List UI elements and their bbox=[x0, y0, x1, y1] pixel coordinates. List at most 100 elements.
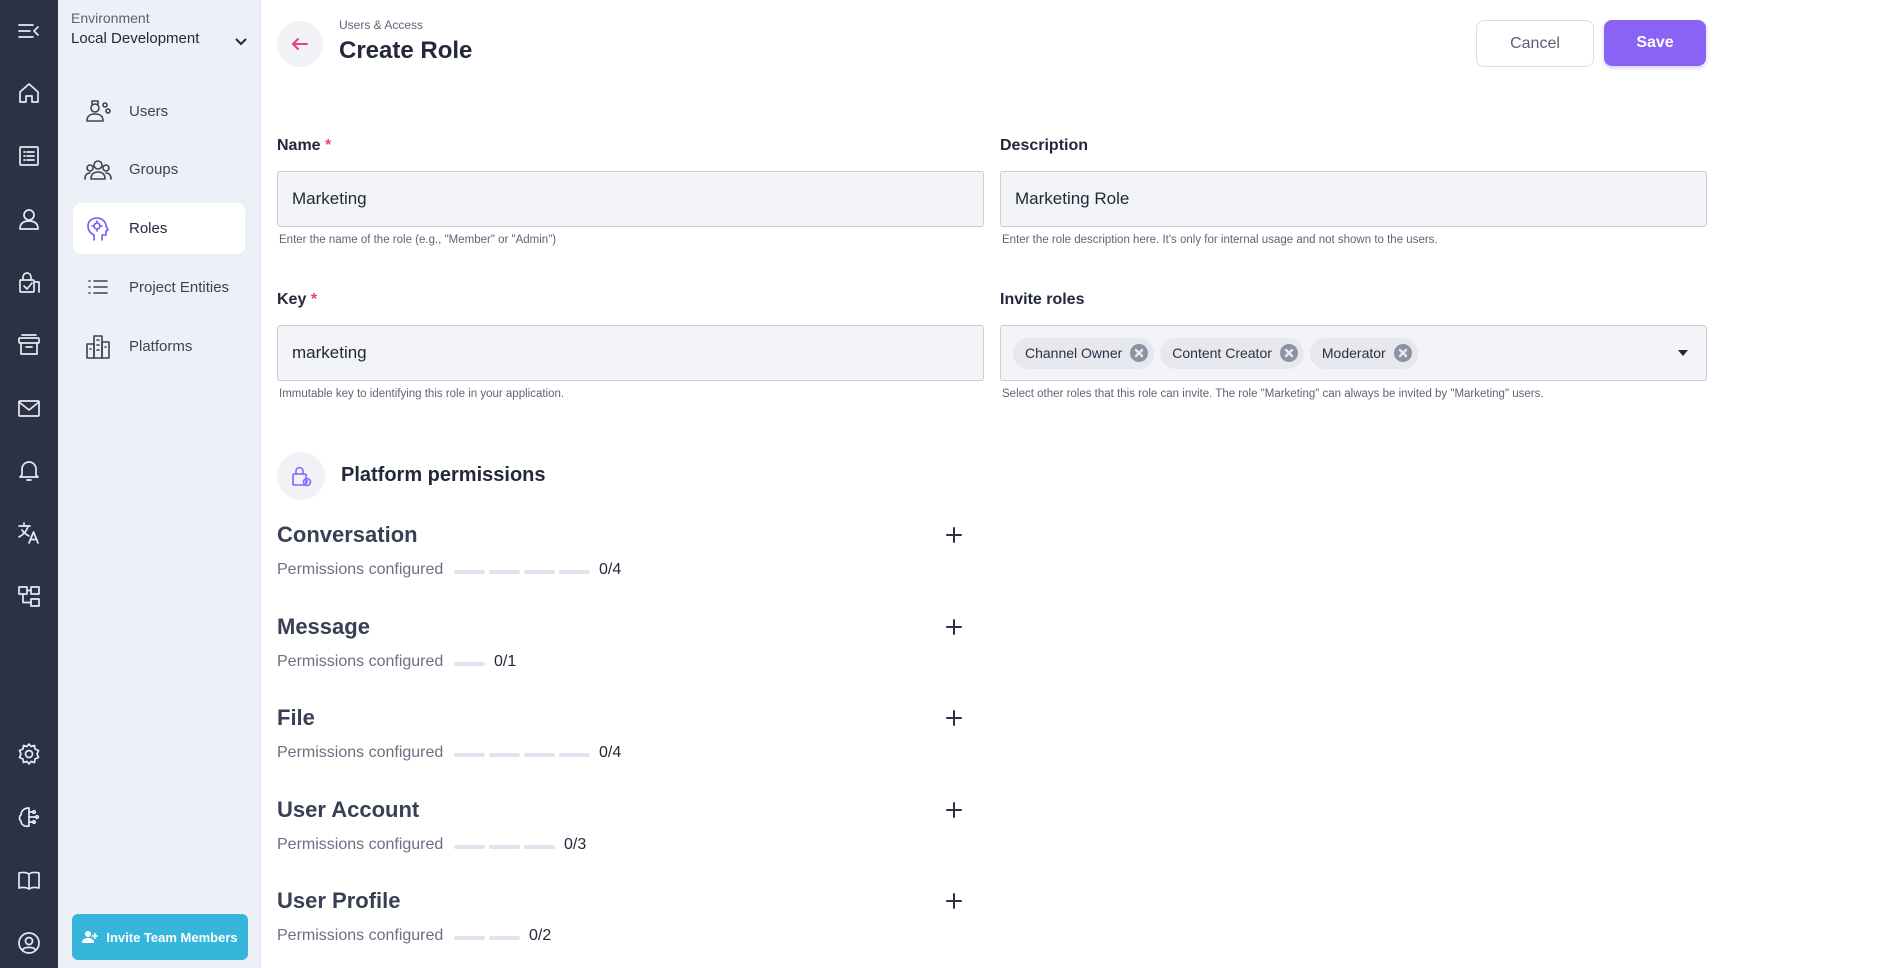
cancel-button[interactable]: Cancel bbox=[1476, 20, 1594, 67]
key-field-label: Key * bbox=[277, 291, 317, 309]
progress-segment bbox=[454, 570, 485, 574]
remove-chip-icon[interactable] bbox=[1279, 344, 1298, 362]
permission-section-title: User Profile bbox=[277, 888, 401, 913]
progress-segment bbox=[559, 570, 590, 574]
permission-section-subtitle: Permissions configured bbox=[277, 561, 444, 578]
progress-segment bbox=[524, 753, 555, 757]
users-icon bbox=[81, 95, 115, 129]
environment-selector[interactable]: Environment Local Development bbox=[71, 10, 251, 47]
permission-section-title: Conversation bbox=[277, 522, 418, 547]
permission-section-user-account[interactable]: User Account Permissions configured 0/3 bbox=[277, 797, 983, 877]
progress-segment bbox=[489, 753, 520, 757]
plus-icon[interactable] bbox=[943, 890, 965, 912]
key-input[interactable]: marketing bbox=[277, 325, 984, 381]
invite-team-members-button[interactable]: Invite Team Members bbox=[72, 914, 248, 960]
sidebar-item-label: Groups bbox=[129, 161, 179, 178]
archive-icon[interactable] bbox=[11, 327, 47, 363]
plus-icon[interactable] bbox=[943, 799, 965, 821]
permission-section-file[interactable]: File Permissions configured 0/4 bbox=[277, 705, 983, 785]
sidebar-item-roles[interactable]: Roles bbox=[73, 203, 245, 254]
progress-segment bbox=[454, 753, 485, 757]
sidebar-item-label: Roles bbox=[129, 220, 168, 237]
back-button[interactable] bbox=[277, 21, 323, 67]
permission-count: 0/4 bbox=[599, 561, 622, 578]
settings-icon[interactable] bbox=[11, 736, 47, 772]
permission-count: 0/2 bbox=[529, 927, 552, 944]
user-icon[interactable] bbox=[11, 201, 47, 237]
sidebar-item-platforms[interactable]: Platforms bbox=[73, 321, 245, 372]
plus-icon[interactable] bbox=[943, 616, 965, 638]
add-user-icon bbox=[82, 931, 99, 943]
page-title: Create Role bbox=[339, 37, 473, 64]
translate-icon[interactable] bbox=[11, 515, 47, 551]
progress-segment bbox=[524, 570, 555, 574]
environment-label: Environment bbox=[71, 10, 150, 26]
sidebar-item-label: Platforms bbox=[129, 338, 193, 355]
name-field-label: Name * bbox=[277, 137, 331, 155]
section-sidebar: Environment Local Development Users Grou… bbox=[58, 0, 261, 968]
ai-brain-icon[interactable] bbox=[11, 799, 47, 835]
progress-segment bbox=[524, 844, 555, 849]
account-icon[interactable] bbox=[11, 925, 47, 961]
arrow-left-icon bbox=[292, 38, 308, 50]
mail-icon[interactable] bbox=[11, 390, 47, 426]
permission-count: 0/1 bbox=[494, 652, 517, 670]
role-chip: Moderator bbox=[1309, 337, 1418, 369]
sidebar-item-label: Users bbox=[129, 103, 169, 120]
progress-segment bbox=[489, 844, 520, 849]
permission-section-title: Message bbox=[277, 613, 370, 639]
description-field-label: Description bbox=[1000, 137, 1089, 154]
save-button[interactable]: Save bbox=[1604, 20, 1706, 66]
required-marker: * bbox=[310, 291, 318, 308]
permission-section-message[interactable]: Message Permissions configured 0/1 bbox=[277, 614, 983, 694]
permission-count: 0/4 bbox=[599, 744, 622, 761]
name-input[interactable]: Marketing bbox=[277, 171, 984, 227]
progress-segment bbox=[489, 570, 520, 574]
bell-icon[interactable] bbox=[11, 452, 47, 488]
lock-icon bbox=[277, 452, 325, 500]
content-list-icon[interactable] bbox=[11, 138, 47, 174]
name-hint: Enter the name of the role (e.g., "Membe… bbox=[279, 234, 557, 246]
permission-section-user-profile[interactable]: User Profile Permissions configured 0/2 bbox=[277, 888, 983, 968]
collapse-menu-icon[interactable] bbox=[11, 13, 47, 49]
structure-icon[interactable] bbox=[11, 578, 47, 614]
sidebar-item-users[interactable]: Users bbox=[73, 86, 245, 137]
groups-icon bbox=[81, 153, 115, 187]
key-hint: Immutable key to identifying this role i… bbox=[279, 388, 565, 400]
invite-roles-select[interactable]: Channel Owner Content Creator Moderator bbox=[1000, 325, 1707, 381]
chip-label: Moderator bbox=[1321, 345, 1386, 361]
permission-section-subtitle: Permissions configured bbox=[277, 927, 444, 944]
environment-value: Local Development bbox=[71, 30, 200, 47]
key-label-text: Key bbox=[277, 291, 307, 308]
permission-section-subtitle: Permissions configured bbox=[277, 652, 444, 670]
chip-label: Content Creator bbox=[1172, 345, 1272, 361]
permissions-icon[interactable] bbox=[11, 264, 47, 300]
sidebar-item-label: Project Entities bbox=[129, 279, 230, 296]
plus-icon[interactable] bbox=[943, 524, 965, 546]
progress-segment bbox=[454, 844, 485, 849]
main-content: Users & Access Create Role Cancel Save N… bbox=[261, 0, 1883, 968]
permission-section-subtitle: Permissions configured bbox=[277, 835, 444, 853]
remove-chip-icon[interactable] bbox=[1130, 344, 1149, 362]
app-root: Environment Local Development Users Grou… bbox=[0, 0, 1883, 968]
remove-chip-icon[interactable] bbox=[1393, 344, 1412, 362]
description-hint: Enter the role description here. It's on… bbox=[1002, 234, 1438, 246]
permission-section-title: File bbox=[277, 705, 315, 730]
home-icon[interactable] bbox=[11, 75, 47, 111]
sidebar-item-project-entities[interactable]: Project Entities bbox=[73, 262, 245, 313]
book-icon[interactable] bbox=[11, 862, 47, 898]
progress-segment bbox=[559, 753, 590, 757]
plus-icon[interactable] bbox=[943, 707, 965, 729]
progress-segment bbox=[489, 936, 520, 940]
dropdown-arrow-icon[interactable] bbox=[1678, 350, 1688, 356]
role-chip: Channel Owner bbox=[1013, 337, 1155, 369]
permission-progress-bar bbox=[454, 844, 555, 849]
invite-button-label: Invite Team Members bbox=[106, 929, 238, 945]
description-input[interactable]: Marketing Role bbox=[1000, 171, 1707, 227]
sidebar-item-groups[interactable]: Groups bbox=[73, 144, 245, 195]
permission-section-conversation[interactable]: Conversation Permissions configured 0/4 bbox=[277, 522, 983, 602]
icon-rail bbox=[0, 0, 58, 968]
breadcrumb[interactable]: Users & Access bbox=[339, 18, 423, 32]
progress-segment bbox=[454, 661, 485, 666]
required-marker: * bbox=[325, 137, 332, 154]
